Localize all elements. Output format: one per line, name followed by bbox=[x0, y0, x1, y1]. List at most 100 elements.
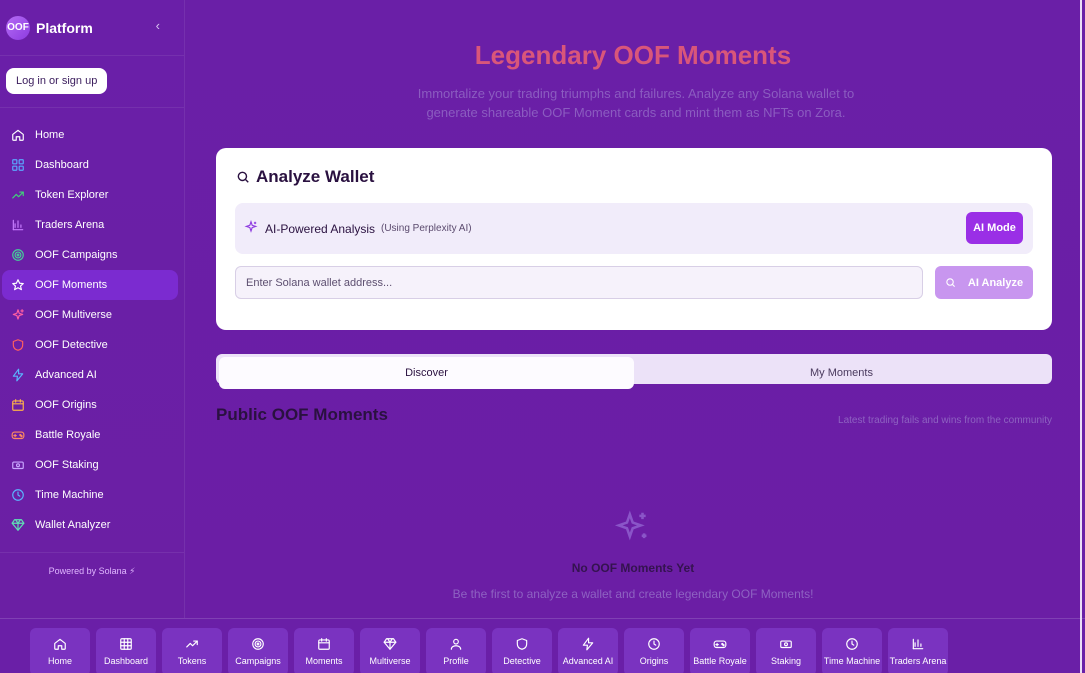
dashboard-icon bbox=[12, 159, 24, 171]
sparkles-icon bbox=[244, 220, 258, 233]
bottom-nav-label: Profile bbox=[443, 656, 469, 666]
clock-icon bbox=[648, 638, 660, 650]
sidebar-item-label: Time Machine bbox=[35, 489, 104, 501]
bottom-nav-label: Traders Arena bbox=[889, 656, 947, 666]
gem-icon bbox=[383, 638, 397, 650]
analyze-wallet-title: Analyze Wallet bbox=[236, 167, 374, 187]
bottom-nav-detective[interactable]: Detective bbox=[492, 628, 552, 673]
sidebar-item-oof-origins[interactable]: OOF Origins bbox=[2, 390, 178, 420]
bottom-nav-label: Moments bbox=[305, 656, 343, 666]
bottom-nav-tokens[interactable]: Tokens bbox=[162, 628, 222, 673]
trending-up-icon bbox=[186, 640, 198, 648]
empty-state-title: No OOF Moments Yet bbox=[571, 561, 695, 575]
bottom-nav-campaigns[interactable]: Campaigns bbox=[228, 628, 288, 673]
sidebar-item-label: Dashboard bbox=[35, 159, 89, 171]
bottom-nav-home[interactable]: Home bbox=[30, 628, 90, 673]
tab-my-moments[interactable]: My Moments bbox=[634, 357, 1049, 389]
bottom-nav-origins[interactable]: Origins bbox=[624, 628, 684, 673]
sidebar-item-oof-multiverse[interactable]: OOF Multiverse bbox=[2, 300, 178, 330]
ai-mode-button[interactable]: AI Mode bbox=[966, 212, 1023, 244]
gem-icon bbox=[11, 519, 25, 531]
sidebar-item-label: OOF Detective bbox=[35, 339, 108, 351]
sidebar-item-time-machine[interactable]: Time Machine bbox=[2, 480, 178, 510]
analyze-wallet-heading: Analyze Wallet bbox=[256, 167, 375, 186]
ai-analyze-button[interactable]: AI Analyze bbox=[935, 266, 1033, 299]
tab-discover[interactable]: Discover bbox=[219, 357, 634, 389]
bottom-nav-staking[interactable]: Staking bbox=[756, 628, 816, 673]
bottom-nav-label: Multiverse bbox=[369, 656, 411, 666]
bottom-nav-battle-royale[interactable]: Battle Royale bbox=[690, 628, 750, 673]
sidebar-item-home[interactable]: Home bbox=[2, 120, 178, 150]
sidebar-item-oof-campaigns[interactable]: OOF Campaigns bbox=[2, 240, 178, 270]
sidebar-item-token-explorer[interactable]: Token Explorer bbox=[2, 180, 178, 210]
sidebar-item-battle-royale[interactable]: Battle Royale bbox=[2, 420, 178, 450]
moments-tabs: Discover My Moments bbox=[216, 354, 1052, 389]
bottom-nav-dashboard[interactable]: Dashboard bbox=[96, 628, 156, 673]
search-icon bbox=[237, 171, 249, 183]
clock-icon bbox=[12, 489, 24, 501]
sidebar-item-label: Token Explorer bbox=[35, 189, 109, 201]
sidebar-item-oof-staking[interactable]: OOF Staking bbox=[2, 450, 178, 480]
sidebar-item-dashboard[interactable]: Dashboard bbox=[2, 150, 178, 180]
analyze-wallet-card: Analyze Wallet AI-Powered Analysis (Usin… bbox=[216, 148, 1052, 330]
ai-analysis-note: (Using Perplexity AI) bbox=[381, 223, 472, 234]
zap-icon bbox=[582, 637, 594, 651]
bottom-nav-multiverse[interactable]: Multiverse bbox=[360, 628, 420, 673]
bottom-nav-moments[interactable]: Moments bbox=[294, 628, 354, 673]
page-subtitle: Immortalize your trading triumphs and fa… bbox=[417, 86, 855, 120]
shield-icon bbox=[12, 339, 24, 351]
home-icon bbox=[11, 128, 25, 142]
brand-header: OOF Platform ‹ bbox=[0, 0, 184, 56]
search-icon bbox=[946, 278, 955, 288]
target-icon bbox=[11, 248, 25, 262]
zap-icon bbox=[11, 368, 25, 382]
bar-chart-icon bbox=[912, 638, 924, 650]
login-button[interactable]: Log in or sign up bbox=[6, 68, 108, 94]
bottom-nav-profile[interactable]: Profile bbox=[426, 628, 486, 673]
home-icon bbox=[12, 129, 24, 141]
ai-analyze-label: AI Analyze bbox=[967, 276, 1024, 289]
chevron-left-icon[interactable]: ‹ bbox=[156, 18, 160, 33]
sidebar-item-label: OOF Moments bbox=[35, 279, 108, 291]
sidebar-item-label: OOF Multiverse bbox=[35, 309, 113, 321]
sidebar-item-wallet-analyzer[interactable]: Wallet Analyzer bbox=[2, 510, 178, 540]
bottom-nav-label: Battle Royale bbox=[693, 656, 747, 666]
bottom-nav-label: Dashboard bbox=[103, 656, 149, 666]
sidebar-item-label: OOF Origins bbox=[35, 399, 97, 411]
bottom-nav-label: Staking bbox=[770, 656, 802, 666]
sidebar: OOF Platform ‹ Log in or sign up Home Das… bbox=[0, 0, 185, 618]
sidebar-item-label: Home bbox=[35, 129, 65, 141]
brand-logo[interactable]: OOF bbox=[6, 15, 30, 40]
sidebar-item-oof-moments[interactable]: OOF Moments bbox=[2, 270, 178, 300]
bottom-nav: Home Dashboard Tokens Campaigns Moments Multi… bbox=[0, 618, 1085, 673]
shield-icon bbox=[516, 638, 528, 650]
bottom-nav-traders-arena[interactable]: Traders Arena bbox=[888, 628, 948, 673]
trending-up-icon bbox=[12, 191, 24, 199]
star-icon bbox=[11, 278, 25, 292]
sparkles-icon bbox=[614, 510, 647, 541]
gem-icon bbox=[11, 518, 25, 532]
sidebar-item-label: Advanced AI bbox=[35, 369, 97, 381]
section-title: Public OOF Moments bbox=[216, 405, 388, 424]
sparkles-icon bbox=[12, 309, 24, 320]
sidebar-nav: Home Dashboard Token Explorer Traders Arena… bbox=[0, 108, 184, 540]
sidebar-item-oof-detective[interactable]: OOF Detective bbox=[2, 330, 178, 360]
trending-up-icon bbox=[11, 188, 25, 202]
coins-icon bbox=[11, 458, 25, 472]
bottom-nav-label: Detective bbox=[503, 656, 541, 666]
main-content: Legendary OOF Moments Immortalize your t… bbox=[186, 0, 1080, 618]
sidebar-item-traders-arena[interactable]: Traders Arena bbox=[2, 210, 178, 240]
sidebar-item-label: Battle Royale bbox=[35, 429, 101, 441]
bottom-nav-time-machine[interactable]: Time Machine bbox=[822, 628, 882, 673]
section-note: Latest trading fails and wins from the c… bbox=[838, 415, 1052, 426]
sidebar-item-advanced-ai[interactable]: Advanced AI bbox=[2, 360, 178, 390]
sidebar-item-label: OOF Staking bbox=[35, 459, 99, 471]
ai-analysis-row: AI-Powered Analysis (Using Perplexity AI… bbox=[235, 203, 1033, 254]
sidebar-item-label: OOF Campaigns bbox=[35, 249, 118, 261]
dashboard-icon bbox=[11, 158, 25, 172]
bottom-nav-label: Advanced AI bbox=[562, 656, 614, 666]
scrollbar[interactable] bbox=[1080, 0, 1082, 673]
gamepad-icon bbox=[11, 431, 25, 440]
wallet-address-input[interactable] bbox=[235, 266, 923, 299]
bottom-nav-advanced-ai[interactable]: Advanced AI bbox=[558, 628, 618, 673]
